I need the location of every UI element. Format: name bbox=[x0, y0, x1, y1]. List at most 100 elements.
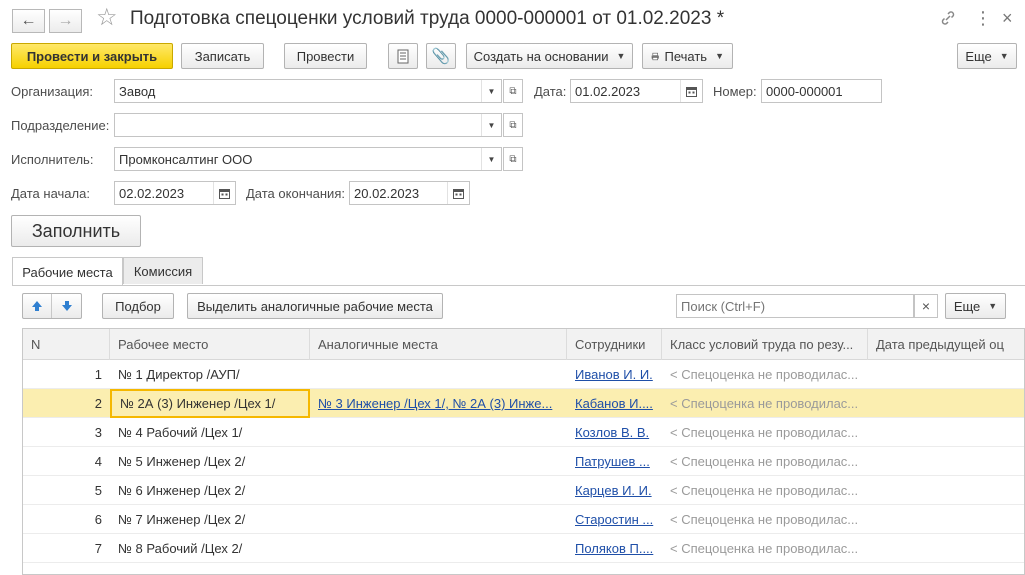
organization-open-button[interactable]: ⧉ bbox=[503, 79, 523, 103]
column-header-employees[interactable]: Сотрудники bbox=[567, 329, 662, 360]
cell-employee[interactable]: Иванов И. И. bbox=[567, 360, 662, 389]
document-list-icon bbox=[397, 49, 409, 63]
back-button[interactable]: ← bbox=[12, 9, 45, 33]
print-label: Печать bbox=[664, 48, 708, 64]
calendar-icon[interactable] bbox=[213, 182, 235, 204]
cell-similar[interactable] bbox=[310, 534, 567, 563]
more-vertical-icon[interactable]: ⋮ bbox=[974, 8, 992, 29]
cell-n: 2 bbox=[94, 396, 102, 411]
cell-prev-date bbox=[868, 505, 1024, 534]
cell-employee[interactable]: Козлов В. В. bbox=[567, 418, 662, 447]
organization-value: Завод bbox=[119, 83, 156, 99]
print-button[interactable]: Печать ▼ bbox=[642, 43, 733, 69]
cell-class: < Спецоценка не проводилас... bbox=[670, 367, 859, 382]
cell-class: < Спецоценка не проводилас... bbox=[670, 454, 859, 469]
tab-divider bbox=[12, 285, 1025, 286]
close-icon[interactable]: × bbox=[1002, 8, 1013, 29]
table-row-selected[interactable]: 2 № 2А (3) Инженер /Цех 1/ № 3 Инженер /… bbox=[23, 389, 1024, 418]
cell-workplace: № 1 Директор /АУП/ bbox=[118, 367, 240, 382]
pick-button[interactable]: Подбор bbox=[102, 293, 174, 319]
number-field[interactable]: 0000-000001 bbox=[761, 79, 882, 103]
cell-employee[interactable]: Карцев И. И. bbox=[567, 476, 662, 505]
table-row[interactable]: 1 № 1 Директор /АУП/ Иванов И. И. < Спец… bbox=[23, 360, 1024, 389]
cell-similar[interactable] bbox=[310, 360, 567, 389]
column-header-prev-date[interactable]: Дата предыдущей оц bbox=[868, 329, 1024, 360]
cell-similar[interactable] bbox=[310, 476, 567, 505]
open-window-icon: ⧉ bbox=[509, 85, 517, 97]
cell-class: < Спецоценка не проводилас... bbox=[670, 396, 859, 411]
table-row[interactable]: 6 № 7 Инженер /Цех 2/ Старостин ... < Сп… bbox=[23, 505, 1024, 534]
end-date-field[interactable]: 20.02.2023 bbox=[349, 181, 470, 205]
cell-n: 4 bbox=[94, 454, 102, 469]
open-window-icon: ⧉ bbox=[509, 153, 517, 165]
cell-workplace: № 5 Инженер /Цех 2/ bbox=[118, 454, 246, 469]
link-icon[interactable] bbox=[940, 10, 956, 30]
table-row[interactable]: 3 № 4 Рабочий /Цех 1/ Козлов В. В. < Спе… bbox=[23, 418, 1024, 447]
more-button[interactable]: Еще ▼ bbox=[957, 43, 1017, 69]
chevron-down-icon: ▼ bbox=[999, 51, 1009, 61]
arrow-left-icon: ← bbox=[20, 12, 37, 29]
department-field[interactable]: ▼ bbox=[114, 113, 502, 137]
executor-label: Исполнитель: bbox=[11, 152, 94, 167]
cell-prev-date bbox=[868, 476, 1024, 505]
arrow-down-icon[interactable] bbox=[52, 294, 81, 318]
executor-field[interactable]: Промконсалтинг ООО ▼ bbox=[114, 147, 502, 171]
date-field[interactable]: 01.02.2023 bbox=[570, 79, 703, 103]
cell-employee[interactable]: Патрушев ... bbox=[567, 447, 662, 476]
arrow-right-icon: → bbox=[57, 12, 74, 29]
clear-search-button[interactable]: × bbox=[914, 294, 938, 318]
post-button[interactable]: Провести bbox=[284, 43, 367, 69]
column-header-workplace[interactable]: Рабочее место bbox=[110, 329, 310, 360]
cell-workplace[interactable]: № 2А (3) Инженер /Цех 1/ bbox=[110, 389, 310, 418]
start-date-field[interactable]: 02.02.2023 bbox=[114, 181, 236, 205]
dropdown-icon[interactable]: ▼ bbox=[481, 114, 501, 136]
cell-prev-date bbox=[868, 418, 1024, 447]
table-row[interactable]: 7 № 8 Рабочий /Цех 2/ Поляков П.... < Сп… bbox=[23, 534, 1024, 563]
dropdown-icon[interactable]: ▼ bbox=[481, 148, 501, 170]
create-based-on-label: Создать на основании bbox=[473, 48, 609, 64]
report-button[interactable] bbox=[388, 43, 418, 69]
dropdown-icon[interactable]: ▼ bbox=[481, 80, 501, 102]
table-row[interactable]: 5 № 6 Инженер /Цех 2/ Карцев И. И. < Спе… bbox=[23, 476, 1024, 505]
cell-prev-date bbox=[868, 389, 1024, 418]
column-header-n[interactable]: N bbox=[23, 329, 110, 360]
calendar-icon[interactable] bbox=[680, 80, 702, 102]
attach-button[interactable]: 📎 bbox=[426, 43, 456, 69]
fill-button[interactable]: Заполнить bbox=[11, 215, 141, 247]
chevron-down-icon: ▼ bbox=[715, 51, 724, 61]
forward-button[interactable]: → bbox=[49, 9, 82, 33]
table-more-button[interactable]: Еще ▼ bbox=[945, 293, 1006, 319]
create-based-on-button[interactable]: Создать на основании ▼ bbox=[466, 43, 633, 69]
workplaces-table[interactable]: N Рабочее место Аналогичные места Сотруд… bbox=[22, 328, 1025, 575]
cell-employee[interactable]: Старостин ... bbox=[567, 505, 662, 534]
cell-class: < Спецоценка не проводилас... bbox=[670, 512, 859, 527]
executor-open-button[interactable]: ⧉ bbox=[503, 147, 523, 171]
search-input[interactable] bbox=[676, 294, 914, 318]
move-buttons-group bbox=[22, 293, 82, 319]
cell-similar[interactable] bbox=[310, 447, 567, 476]
cell-employee[interactable]: Поляков П.... bbox=[567, 534, 662, 563]
save-button[interactable]: Записать bbox=[181, 43, 264, 69]
cell-n: 5 bbox=[94, 483, 102, 498]
cell-similar[interactable] bbox=[310, 418, 567, 447]
column-header-class[interactable]: Класс условий труда по резу... bbox=[662, 329, 868, 360]
date-label: Дата: bbox=[534, 84, 567, 99]
arrow-up-icon[interactable] bbox=[23, 294, 52, 318]
calendar-icon[interactable] bbox=[447, 182, 469, 204]
department-open-button[interactable]: ⧉ bbox=[503, 113, 523, 137]
tab-commission[interactable]: Комиссия bbox=[123, 257, 203, 284]
star-icon[interactable]: ☆ bbox=[96, 6, 118, 30]
cell-class: < Спецоценка не проводилас... bbox=[670, 425, 859, 440]
tab-workplaces[interactable]: Рабочие места bbox=[12, 257, 123, 286]
cell-employee[interactable]: Кабанов И.... bbox=[567, 389, 662, 418]
column-header-similar[interactable]: Аналогичные места bbox=[310, 329, 567, 360]
organization-field[interactable]: Завод ▼ bbox=[114, 79, 502, 103]
cell-similar[interactable] bbox=[310, 505, 567, 534]
post-and-close-button[interactable]: Провести и закрыть bbox=[11, 43, 173, 69]
start-date-value: 02.02.2023 bbox=[119, 185, 185, 201]
cell-similar[interactable]: № 3 Инженер /Цех 1/, № 2А (3) Инже... bbox=[310, 389, 567, 418]
table-row[interactable]: 4 № 5 Инженер /Цех 2/ Патрушев ... < Спе… bbox=[23, 447, 1024, 476]
organization-label: Организация: bbox=[11, 84, 94, 99]
number-label: Номер: bbox=[713, 84, 757, 99]
highlight-similar-button[interactable]: Выделить аналогичные рабочие места bbox=[187, 293, 443, 319]
